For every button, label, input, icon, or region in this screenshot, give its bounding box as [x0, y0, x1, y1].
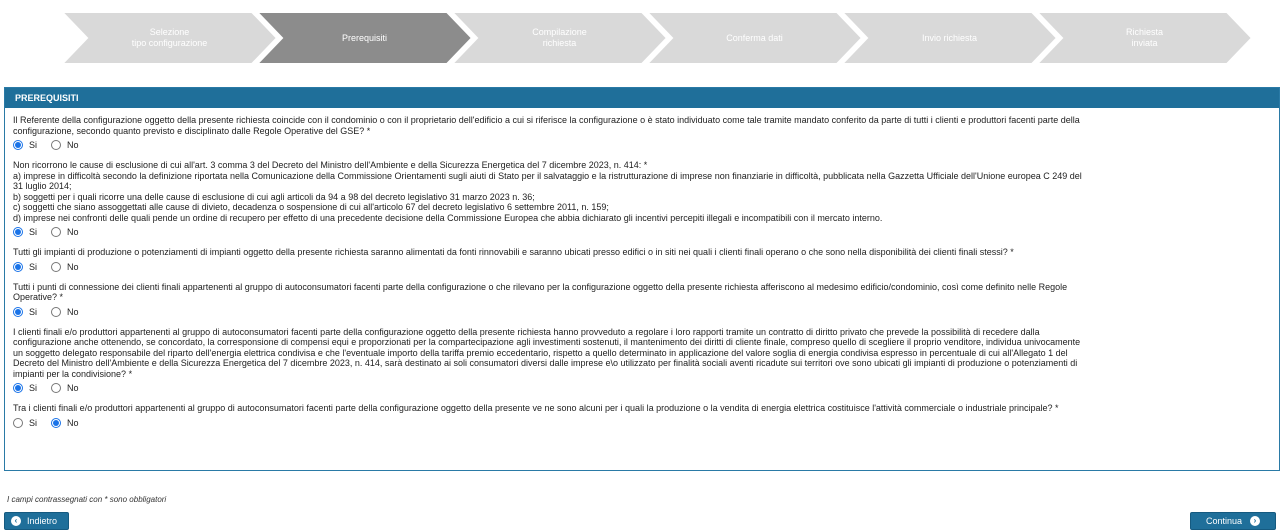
question-block: Il Referente della configurazione oggett… [13, 115, 1271, 151]
radio-label: Si [29, 417, 38, 428]
radio-button[interactable] [51, 227, 62, 237]
radio-si[interactable]: Si [13, 227, 37, 237]
question-block: Non ricorrono le cause di esclusione di … [13, 160, 1271, 238]
radio-button[interactable] [13, 261, 23, 272]
question-block: Tra i clienti finali e/o produttori appa… [13, 403, 1271, 429]
wizard-step: Conferma dati [647, 12, 862, 64]
radio-no[interactable]: No [51, 383, 79, 393]
radio-label: No [67, 383, 79, 393]
radio-no[interactable]: No [51, 306, 79, 317]
radio-label: Si [29, 306, 38, 317]
wizard-step: Invio richiesta [842, 12, 1057, 64]
radio-label: Si [29, 140, 38, 150]
question-text: Tra i clienti finali e/o produttori appa… [13, 403, 1059, 413]
wizard-step: Compilazione richiesta [452, 12, 667, 64]
radio-no[interactable]: No [51, 140, 79, 150]
radio-label: Si [29, 383, 38, 393]
radio-si[interactable]: Si [13, 383, 37, 393]
wizard-step: Prerequisiti [257, 12, 472, 64]
wizard-step-label: Compilazione richiesta [532, 27, 587, 48]
radio-group: Si No [13, 382, 1271, 394]
panel-title: PREREQUISITI [5, 88, 1279, 108]
radio-no[interactable]: No [51, 417, 79, 428]
radio-group: Si No [13, 306, 1271, 318]
radio-group: Si No [13, 261, 1271, 273]
radio-label: No [67, 140, 79, 150]
wizard-step-label: Prerequisiti [341, 32, 388, 43]
radio-button[interactable] [51, 140, 62, 150]
back-button[interactable]: ‹ Indietro [4, 512, 69, 530]
radio-si[interactable]: Si [13, 261, 38, 272]
question-text: Tutti i punti di connessione dei clienti… [13, 281, 1068, 303]
question-text: Tutti gli impianti di produzione o poten… [13, 247, 1014, 257]
radio-button[interactable] [13, 306, 23, 317]
wizard-step-label: Richiesta inviata [1125, 27, 1163, 48]
wizard-step-label: Conferma dati [726, 32, 783, 43]
radio-label: No [67, 417, 79, 428]
radio-si[interactable]: Si [13, 140, 37, 150]
back-button-label: Indietro [27, 516, 58, 526]
continue-button-label: Continua [1205, 516, 1243, 526]
required-fields-note: I campi contrassegnati con * sono obblig… [7, 495, 167, 504]
radio-button[interactable] [51, 261, 62, 272]
wizard-step: Richiesta inviata [1037, 12, 1252, 64]
questions-list: Il Referente della configurazione oggett… [5, 108, 1279, 429]
radio-label: No [67, 227, 79, 237]
continue-button[interactable]: Continua › [1190, 512, 1276, 530]
radio-button[interactable] [51, 306, 62, 317]
question-text: Non ricorrono le cause di esclusione di … [13, 160, 1082, 223]
radio-button[interactable] [13, 140, 23, 150]
radio-button[interactable] [13, 227, 23, 237]
radio-si[interactable]: Si [13, 417, 38, 428]
radio-label: Si [29, 261, 38, 272]
radio-si[interactable]: Si [13, 306, 38, 317]
radio-button[interactable] [13, 417, 23, 428]
radio-label: No [67, 261, 79, 272]
radio-no[interactable]: No [51, 261, 79, 272]
wizard-step-label: Selezione tipo configurazione [131, 27, 208, 48]
question-text: I clienti finali e/o produttori apparten… [13, 326, 1081, 379]
radio-label: No [67, 306, 79, 317]
question-text: Il Referente della configurazione oggett… [13, 115, 1080, 136]
arrow-right-icon: › [1250, 516, 1261, 526]
question-block: Tutti i punti di connessione dei clienti… [13, 282, 1271, 318]
question-block: I clienti finali e/o produttori apparten… [13, 327, 1271, 395]
radio-button[interactable] [51, 383, 62, 393]
arrow-left-icon: ‹ [11, 516, 21, 526]
radio-label: Si [29, 227, 38, 237]
radio-group: Si No [13, 417, 1271, 429]
radio-button[interactable] [51, 417, 62, 428]
question-block: Tutti gli impianti di produzione o poten… [13, 247, 1271, 273]
wizard-step: Selezione tipo configurazione [62, 12, 277, 64]
prerequisiti-panel: PREREQUISITI Il Referente della configur… [4, 87, 1280, 471]
radio-group: Si No [13, 139, 1271, 151]
radio-button[interactable] [13, 383, 23, 393]
wizard-step-label: Invio richiesta [921, 32, 978, 43]
radio-group: Si No [13, 226, 1271, 238]
radio-no[interactable]: No [51, 227, 79, 237]
wizard-steps: Selezione tipo configurazione Prerequisit… [62, 12, 1252, 64]
